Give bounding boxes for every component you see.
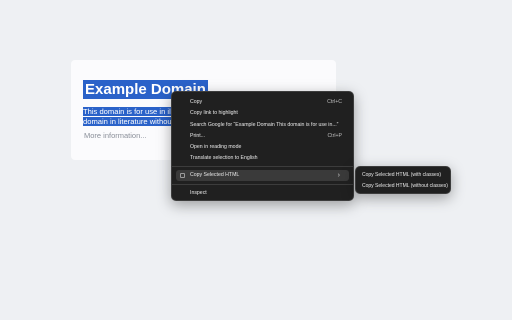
menu-item-search-google[interactable]: Search Google for “Example Domain This d…	[176, 120, 349, 130]
menu-item-label: Search Google for “Example Domain This d…	[190, 122, 339, 128]
more-information-link[interactable]: More information...	[84, 131, 147, 140]
menu-item-label: Copy Selected HTML	[190, 172, 240, 178]
menu-item-shortcut: Ctrl+C	[327, 99, 342, 105]
menu-item-open-reading-mode[interactable]: Open in reading mode	[176, 142, 349, 152]
menu-item-inspect[interactable]: Inspect	[176, 188, 349, 198]
menu-item-copy-selected-html[interactable]: Copy Selected HTML ›	[176, 170, 349, 181]
menu-item-translate-selection[interactable]: Translate selection to English	[176, 153, 349, 163]
menu-item-copy[interactable]: Copy Ctrl+C	[176, 97, 349, 107]
body-line-2: domain in literature without pr	[83, 116, 183, 126]
menu-separator	[172, 166, 353, 167]
menu-item-print[interactable]: Print... Ctrl+P	[176, 131, 349, 141]
menu-item-label: Inspect	[190, 190, 207, 196]
menu-item-copy-link-to-highlight[interactable]: Copy link to highlight	[176, 108, 349, 118]
menu-item-label: Open in reading mode	[190, 144, 242, 150]
submenu-item-without-classes[interactable]: Copy Selected HTML (without classes)	[362, 181, 448, 191]
menu-item-label: Copy link to highlight	[190, 110, 238, 116]
context-menu: Copy Ctrl+C Copy link to highlight Searc…	[171, 91, 354, 201]
menu-item-label: Print...	[190, 133, 205, 139]
submenu-item-with-classes[interactable]: Copy Selected HTML (with classes)	[362, 170, 441, 180]
chevron-right-icon: ›	[337, 172, 340, 179]
context-submenu: Copy Selected HTML (with classes) Copy S…	[355, 166, 451, 194]
menu-item-label: Translate selection to English	[190, 155, 258, 161]
menu-separator	[172, 184, 353, 185]
extension-icon	[180, 173, 185, 178]
menu-item-shortcut: Ctrl+P	[327, 133, 342, 139]
menu-item-label: Copy	[190, 99, 203, 105]
